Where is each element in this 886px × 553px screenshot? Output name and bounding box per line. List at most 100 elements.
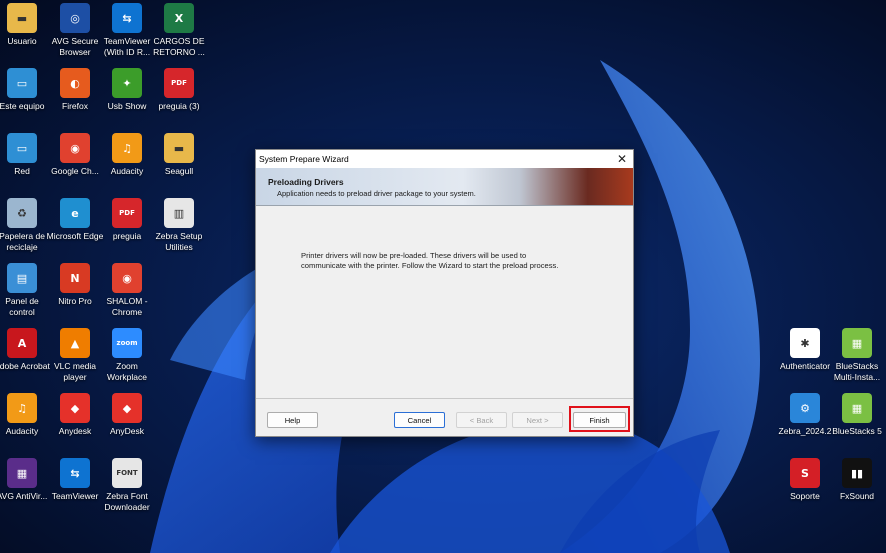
desktop-icon-fxsound[interactable]: ▮▮ FxSound — [829, 458, 885, 502]
desktop-icon-avg-antivirus[interactable]: ▦ AVG AntiVir... — [0, 458, 50, 502]
desktop-icon-label: preguia (3) — [158, 101, 200, 111]
audacity-icon: ♫ — [7, 393, 37, 423]
authenticator-icon: ✱ — [790, 328, 820, 358]
desktop-icon-edge[interactable]: e Microsoft Edge — [47, 198, 103, 242]
desktop-icon-gear[interactable]: ⚙ Zebra_2024.2 — [777, 393, 833, 437]
desktop-icon-label: preguia — [112, 231, 142, 241]
zoom-icon: zoom — [112, 328, 142, 358]
desktop-icon-label: Soporte — [790, 491, 820, 501]
computer-icon: ▭ — [7, 68, 37, 98]
excel-icon: X — [164, 3, 194, 33]
desktop-icon-bluestacks[interactable]: ▦ BlueStacks 5 — [829, 393, 885, 437]
desktop-icon-anydesk[interactable]: ◆ Anydesk — [47, 393, 103, 437]
desktop-icon-label: AVG Secure Browser — [51, 36, 99, 57]
desktop-icon-folder[interactable]: ▬ Seagull — [151, 133, 207, 177]
anydesk-icon: ◆ — [60, 393, 90, 423]
desktop-icon-label: Firefox — [62, 101, 88, 111]
wizard-message: Printer drivers will now be pre-loaded. … — [301, 251, 559, 270]
help-button[interactable]: Help — [267, 412, 318, 428]
nitro-pro-icon: N — [60, 263, 90, 293]
desktop-icon-computer[interactable]: ▭ Este equipo — [0, 68, 50, 112]
desktop-icon-label: VLC media player — [53, 361, 97, 382]
wizard-banner: Preloading Drivers Application needs to … — [256, 168, 633, 206]
fxsound-icon: ▮▮ — [842, 458, 872, 488]
control-panel-icon: ▤ — [7, 263, 37, 293]
desktop-icon-teamviewer[interactable]: ⇆ TeamViewer (With ID R... — [99, 3, 155, 58]
audacity-icon: ♫ — [112, 133, 142, 163]
soporte-icon: S — [790, 458, 820, 488]
close-button[interactable]: ✕ — [611, 150, 633, 168]
button-separator — [256, 398, 633, 399]
desktop-icon-anydesk[interactable]: ◆ AnyDesk — [99, 393, 155, 437]
pdf-icon: PDF — [164, 68, 194, 98]
pdf-icon: PDF — [112, 198, 142, 228]
desktop-icon-chrome[interactable]: ◉ Google Ch... — [47, 133, 103, 177]
gear-icon: ⚙ — [790, 393, 820, 423]
desktop-icon-label: BlueStacks Multi-Insta... — [833, 361, 881, 382]
next-button[interactable]: Next > — [512, 412, 563, 428]
chrome-icon: ◉ — [60, 133, 90, 163]
desktop-icon-avg-browser[interactable]: ◎ AVG Secure Browser — [47, 3, 103, 58]
close-icon: ✕ — [616, 152, 628, 166]
chrome-icon: ◉ — [112, 263, 142, 293]
desktop-icon-label: Nitro Pro — [58, 296, 92, 306]
bluestacks-icon: ▦ — [842, 328, 872, 358]
desktop-icon-pdf[interactable]: PDF preguia — [99, 198, 155, 242]
zebra-font-icon: FONT — [112, 458, 142, 488]
desktop-icon-zebra[interactable]: ▥ Zebra Setup Utilities — [151, 198, 207, 253]
desktop-icon-zebra-font[interactable]: FONT Zebra Font Downloader — [99, 458, 155, 513]
desktop-icon-label: Google Ch... — [51, 166, 99, 176]
desktop-icon-acrobat[interactable]: AAdobe Acrobat — [0, 328, 50, 372]
desktop-icon-label: Microsoft Edge — [46, 231, 104, 241]
bluestacks-icon: ▦ — [842, 393, 872, 423]
dialog-titlebar[interactable]: System Prepare Wizard ✕ — [256, 150, 633, 168]
cancel-button[interactable]: Cancel — [394, 412, 445, 428]
desktop-icon-label: Zebra Font Downloader — [104, 491, 150, 512]
desktop-icon-bluestacks[interactable]: ▦ BlueStacks Multi-Insta... — [829, 328, 885, 383]
banner-subtitle: Application needs to preload driver pack… — [277, 189, 476, 198]
desktop-icon-label: Audacity — [110, 166, 144, 176]
finish-highlight-box — [569, 406, 630, 432]
anydesk-icon: ◆ — [112, 393, 142, 423]
banner-heading: Preloading Drivers — [268, 177, 344, 187]
system-prepare-wizard-dialog: System Prepare Wizard ✕ Preloading Drive… — [255, 149, 634, 437]
desktop-icon-label: SHALOM - Chrome — [106, 296, 148, 317]
avg-antivirus-icon: ▦ — [7, 458, 37, 488]
zebra-icon: ▥ — [164, 198, 194, 228]
teamviewer-icon: ⇆ — [112, 3, 142, 33]
desktop-icon-label: BlueStacks 5 — [832, 426, 882, 436]
desktop-icon-vlc[interactable]: ▲ VLC media player — [47, 328, 103, 383]
desktop-icon-label: TeamViewer (With ID R... — [103, 36, 151, 57]
desktop-icon-nitro-pro[interactable]: N Nitro Pro — [47, 263, 103, 307]
desktop-icon-label: CARGOS DE RETORNO ... — [153, 36, 205, 57]
desktop-icon-label: Anydesk — [58, 426, 92, 436]
acrobat-icon: A — [7, 328, 37, 358]
edge-icon: e — [60, 198, 90, 228]
desktop-icon-user-folder[interactable]: ▬ Usuario — [0, 3, 50, 47]
network-icon: ▭ — [7, 133, 37, 163]
desktop-icon-label: Zebra_2024.2 — [778, 426, 832, 436]
desktop-icon-audacity[interactable]: ♫ Audacity — [99, 133, 155, 177]
desktop-icon-label: Seagull — [164, 166, 194, 176]
dialog-title: System Prepare Wizard — [259, 154, 349, 164]
desktop-icon-excel[interactable]: X CARGOS DE RETORNO ... — [151, 3, 207, 58]
avg-browser-icon: ◎ — [60, 3, 90, 33]
desktop-icon-pdf[interactable]: PDF preguia (3) — [151, 68, 207, 112]
desktop-icon-label: AnyDesk — [109, 426, 144, 436]
desktop-icon-control-panel[interactable]: ▤ Panel de control — [0, 263, 50, 318]
desktop-icon-label: TeamViewer — [51, 491, 99, 501]
desktop-icon-authenticator[interactable]: ✱ Authenticator — [777, 328, 833, 372]
desktop-icon-label: FxSound — [839, 491, 875, 501]
desktop-icon-soporte[interactable]: S Soporte — [777, 458, 833, 502]
desktop-icon-network[interactable]: ▭ Red — [0, 133, 50, 177]
firefox-icon: ◐ — [60, 68, 90, 98]
desktop-icon-usb-show[interactable]: ✦ Usb Show — [99, 68, 155, 112]
desktop-icon-firefox[interactable]: ◐ Firefox — [47, 68, 103, 112]
back-button[interactable]: < Back — [456, 412, 507, 428]
desktop-icon-zoom[interactable]: zoom Zoom Workplace — [99, 328, 155, 383]
desktop-icon-recycle-bin[interactable]: ♻ Papelera de reciclaje — [0, 198, 50, 253]
folder-icon: ▬ — [164, 133, 194, 163]
desktop-icon-chrome[interactable]: ◉ SHALOM - Chrome — [99, 263, 155, 318]
desktop-icon-audacity[interactable]: ♫ Audacity — [0, 393, 50, 437]
desktop-icon-teamviewer[interactable]: ⇆ TeamViewer — [47, 458, 103, 502]
